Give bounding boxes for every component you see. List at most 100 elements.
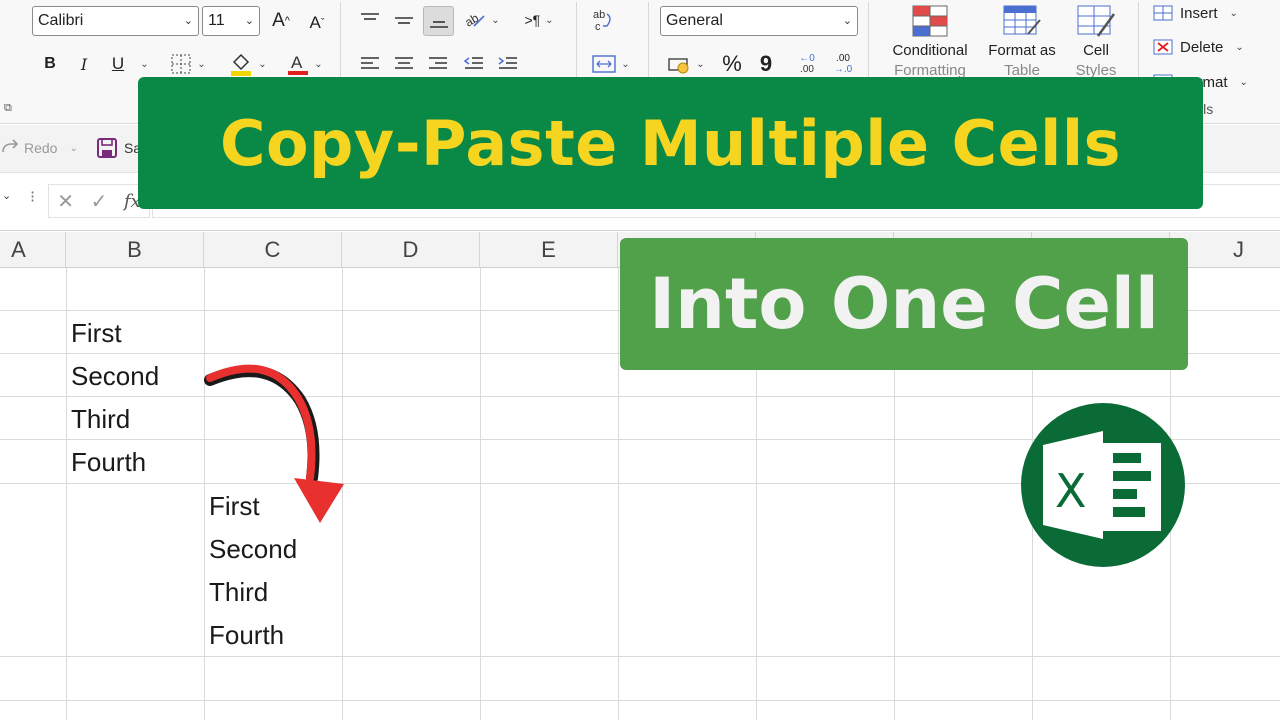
format-as-table-button[interactable]: Format as Table <box>982 4 1062 81</box>
bold-button[interactable]: B <box>38 50 62 78</box>
orientation-icon: ab <box>464 11 485 30</box>
insert-label: Insert <box>1180 4 1218 22</box>
conditional-formatting-button[interactable]: Conditional Formatting <box>882 4 978 81</box>
gridline <box>66 268 67 720</box>
decrease-indent-button[interactable] <box>460 50 488 78</box>
cell-b4[interactable]: Second <box>71 355 159 398</box>
increase-decimal-top: ←0 <box>799 53 815 64</box>
delete-cells-button[interactable]: Delete ⌄ <box>1152 36 1244 58</box>
cancel-entry-button[interactable]: ✕ <box>57 189 74 214</box>
chevron-down-icon: ⌄ <box>183 15 193 27</box>
svg-text:c: c <box>595 21 601 33</box>
gridline <box>0 656 1280 657</box>
cell-b3[interactable]: First <box>71 312 122 355</box>
decrease-decimal-button[interactable]: .00 →.0 <box>828 50 858 78</box>
italic-button[interactable]: I <box>72 50 96 78</box>
chevron-down-icon: ⌄ <box>69 142 78 154</box>
merge-center-button[interactable]: ⌄ <box>586 50 636 78</box>
chevron-down-icon: ⌄ <box>140 58 149 70</box>
column-header-c[interactable]: C <box>204 232 342 268</box>
column-header-b[interactable]: B <box>66 232 204 268</box>
column-header-d[interactable]: D <box>342 232 480 268</box>
align-bottom-icon <box>429 21 448 28</box>
underline-button[interactable]: U <box>106 50 130 78</box>
wrap-text-button[interactable]: ab c <box>588 6 618 36</box>
cell-c7-line-3[interactable]: Third <box>209 571 268 614</box>
increase-decimal-bottom: .00 <box>800 64 814 75</box>
font-dialog-launcher-icon[interactable]: ⧉ <box>4 102 12 115</box>
increase-indent-icon <box>498 57 517 69</box>
cell-b5[interactable]: Third <box>71 398 130 441</box>
column-header-a[interactable]: A <box>0 232 66 268</box>
chevron-down-icon: ⌄ <box>258 58 267 70</box>
cell-c7-line-4[interactable]: Fourth <box>209 614 284 657</box>
paint-bucket-icon <box>231 53 252 76</box>
chevron-down-icon: ⌄ <box>244 15 254 27</box>
font-size-combo[interactable]: 11 ⌄ <box>202 6 260 36</box>
subtitle-banner: Into One Cell <box>620 238 1188 370</box>
chevron-down-icon: ⌄ <box>842 15 852 27</box>
delete-label: Delete <box>1180 38 1224 56</box>
font-name-combo[interactable]: Calibri ⌄ <box>32 6 199 36</box>
more-options-icon[interactable]: ⁝ <box>30 187 35 207</box>
gridline <box>0 396 1280 397</box>
chevron-down-icon: ⌄ <box>1239 76 1248 88</box>
align-center-icon <box>395 57 413 69</box>
align-left-icon <box>361 57 379 69</box>
paragraph-direction-button[interactable]: >¶ ⌄ <box>516 6 562 34</box>
gridline <box>0 700 1280 701</box>
underline-dropdown[interactable]: ⌄ <box>134 52 150 76</box>
align-right-button[interactable] <box>424 50 452 78</box>
align-middle-button[interactable] <box>390 6 418 34</box>
chevron-down-icon: ⌄ <box>696 58 705 70</box>
orientation-button[interactable]: ab ⌄ <box>460 6 504 34</box>
redo-button[interactable]: Redo ⌄ <box>0 138 78 158</box>
conditional-formatting-icon <box>912 5 948 37</box>
merge-cells-icon <box>592 55 616 73</box>
align-bottom-button[interactable] <box>423 6 454 36</box>
borders-button[interactable]: ⌄ <box>164 50 212 78</box>
decrease-decimal-top: .00 <box>836 53 850 64</box>
paragraph-icon: >¶ <box>524 12 541 28</box>
comma-style-button[interactable]: 9 <box>754 50 778 78</box>
chevron-down-icon: ⌄ <box>621 58 630 70</box>
svg-text:A: A <box>291 53 303 72</box>
shrink-font-button[interactable]: Aˇ <box>302 9 332 37</box>
wrap-text-icon: abc <box>593 9 611 33</box>
number-format-combo[interactable]: General ⌄ <box>660 6 858 36</box>
column-header-e[interactable]: E <box>480 232 618 268</box>
confirm-entry-button[interactable]: ✓ <box>91 189 108 214</box>
logo-letter: X <box>1055 464 1087 518</box>
chevron-down-icon: ⌄ <box>1235 41 1244 53</box>
borders-icon <box>171 54 191 74</box>
chevron-down-icon: ⌄ <box>491 14 500 26</box>
name-box-dropdown-icon[interactable]: ⌄ <box>2 189 11 202</box>
increase-decimal-button[interactable]: ←0 .00 <box>792 50 822 78</box>
format-as-table-icon <box>1003 5 1041 35</box>
cell-styles-icon <box>1077 5 1116 37</box>
cell-b6[interactable]: Fourth <box>71 441 146 484</box>
percent-style-button[interactable]: % <box>718 50 746 78</box>
fill-color-button[interactable]: ⌄ <box>224 50 272 78</box>
redo-icon <box>2 139 19 153</box>
title-banner: Copy-Paste Multiple Cells <box>138 77 1203 209</box>
increase-indent-button[interactable] <box>494 50 522 78</box>
align-top-button[interactable] <box>356 6 384 34</box>
cell-c7-line-2[interactable]: Second <box>209 528 297 571</box>
align-left-button[interactable] <box>356 50 384 78</box>
save-icon <box>97 138 117 158</box>
chevron-down-icon: ⌄ <box>1229 7 1238 19</box>
cell-styles-button[interactable]: Cell Styles <box>1068 4 1124 81</box>
number-format-value: General <box>666 12 723 29</box>
chevron-down-icon: ⌄ <box>197 58 206 70</box>
accounting-format-button[interactable]: ⌄ <box>662 50 710 78</box>
title-line-1: Copy-Paste Multiple Cells <box>219 106 1122 180</box>
font-color-button[interactable]: A ⌄ <box>282 50 328 78</box>
decrease-indent-icon <box>464 57 483 69</box>
excel-logo-icon: X <box>1021 403 1185 567</box>
save-button[interactable]: Sa <box>96 137 141 159</box>
chevron-down-icon: ⌄ <box>545 14 554 26</box>
align-center-button[interactable] <box>390 50 418 78</box>
grow-font-button[interactable]: A ^ <box>266 7 296 35</box>
insert-cells-button[interactable]: Insert ⌄ <box>1152 2 1238 24</box>
